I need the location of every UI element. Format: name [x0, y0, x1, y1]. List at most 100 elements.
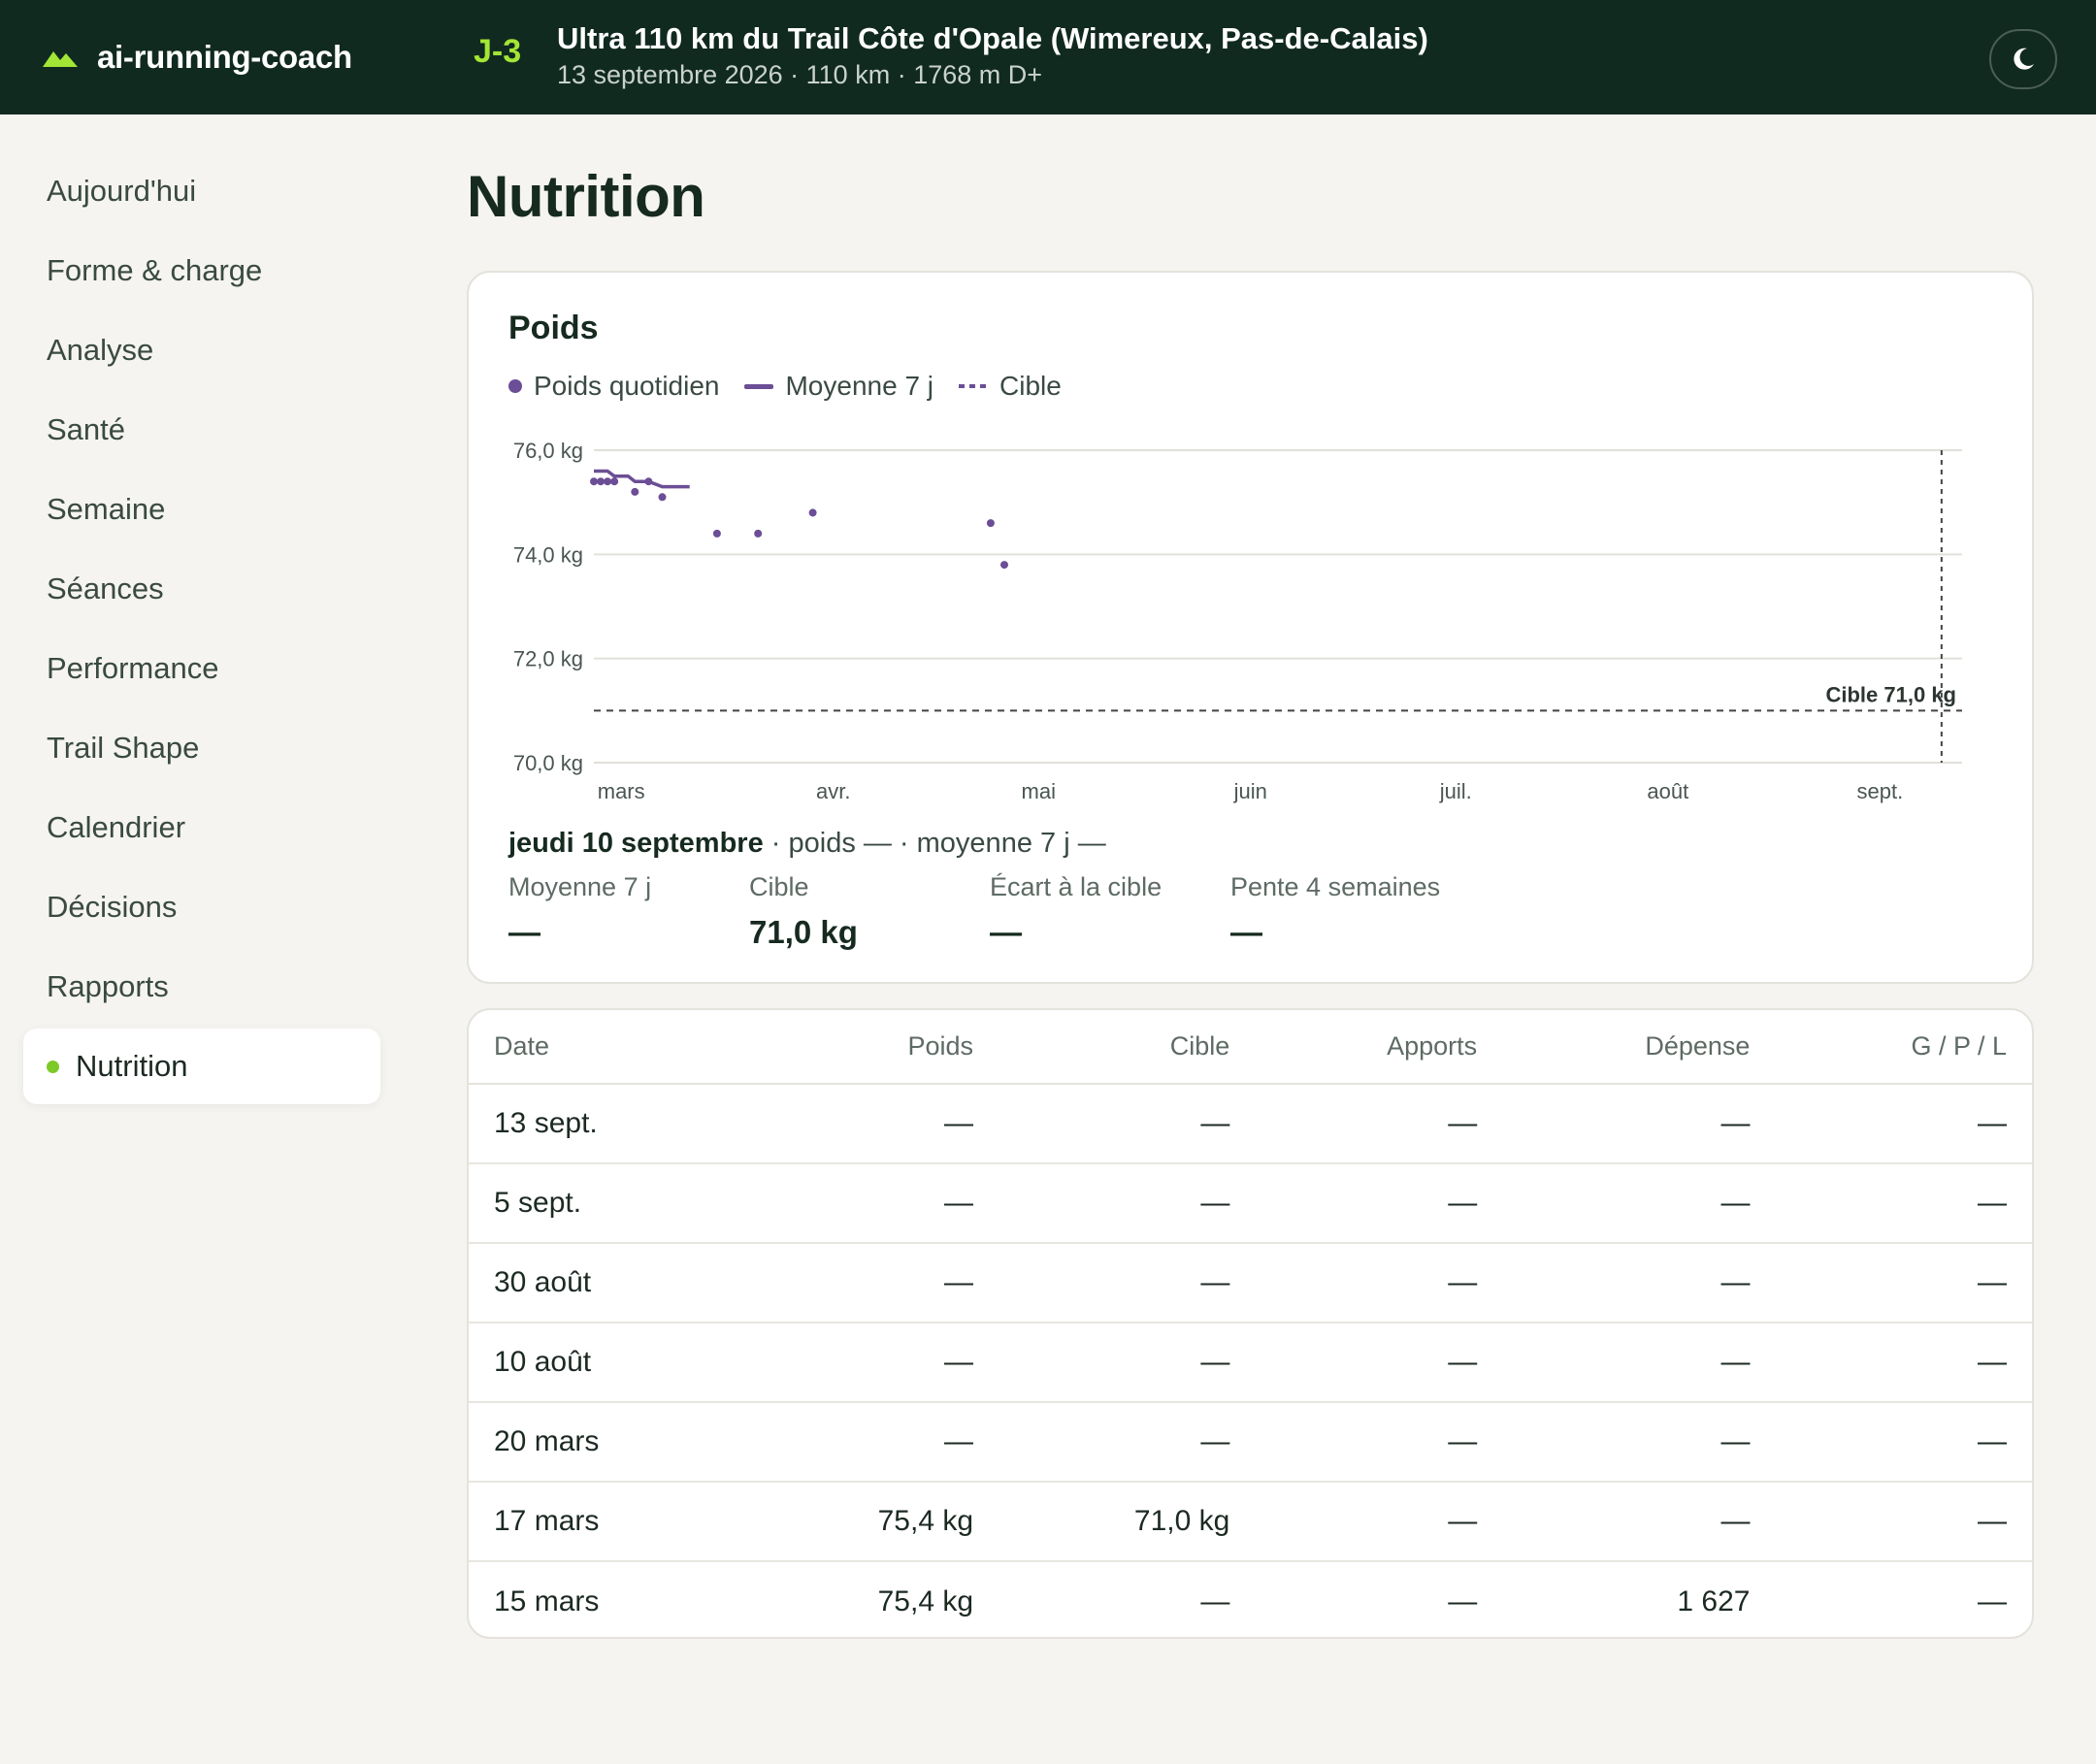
weight-point	[604, 477, 612, 486]
table-row[interactable]: 5 sept. — — — — —	[469, 1163, 2032, 1244]
column-header-gpl[interactable]: G / P / L	[1775, 1010, 2032, 1085]
table-cell: —	[1978, 1584, 2007, 1617]
table-cell: —	[1255, 1163, 1503, 1244]
stat-cible: Cible 71,0 kg	[749, 872, 990, 951]
sidebar-item-rapports[interactable]: Rapports	[23, 949, 380, 1025]
column-header-apports[interactable]: Apports	[1255, 1010, 1503, 1085]
race-countdown: J-3	[474, 33, 522, 70]
x-tick-label: août	[1647, 779, 1688, 803]
table-row[interactable]: 30 août — — — — —	[469, 1243, 2032, 1323]
table-cell: —	[741, 1163, 999, 1244]
sidebar-item-label: Aujourd'hui	[47, 174, 197, 208]
sidebar-item-sante[interactable]: Santé	[23, 392, 380, 468]
stat-value: —	[1230, 914, 1262, 950]
table-row[interactable]: 13 sept. — — — — —	[469, 1084, 2032, 1164]
stat-label: Cible	[749, 872, 809, 901]
column-header-depense[interactable]: Dépense	[1502, 1010, 1776, 1085]
table-cell: —	[1502, 1163, 1776, 1244]
table-cell: —	[1775, 1243, 2032, 1323]
table-cell: —	[1775, 1402, 2032, 1483]
y-tick-label: 76,0 kg	[513, 439, 583, 463]
sidebar-item-seances[interactable]: Séances	[23, 551, 380, 627]
nutrition-table: Date Poids Cible Apports Dépense G / P /…	[469, 1010, 2032, 1637]
stat-value: —	[508, 914, 540, 950]
table-cell: —	[1502, 1323, 1776, 1403]
selected-day-date: jeudi 10 septembre	[508, 828, 764, 859]
table-cell: —	[1448, 1584, 1478, 1617]
brand-name: ai-running-coach	[97, 39, 352, 75]
table-cell: —	[1775, 1163, 2032, 1244]
table-cell: 75,4 kg	[741, 1482, 999, 1562]
sidebar-item-forme-charge[interactable]: Forme & charge	[23, 233, 380, 309]
sidebar-item-label: Semaine	[47, 492, 166, 526]
moon-icon	[2014, 48, 2034, 70]
x-tick-label: juin	[1233, 779, 1267, 803]
table-cell: —	[1502, 1243, 1776, 1323]
sidebar-item-semaine[interactable]: Semaine	[23, 472, 380, 547]
weight-point	[986, 519, 995, 528]
table-cell: 71,0 kg	[999, 1482, 1256, 1562]
table-cell: 20 mars	[469, 1402, 742, 1483]
sidebar-item-label: Nutrition	[76, 1049, 188, 1083]
selected-day-summary: jeudi 10 septembre · poids — · moyenne 7…	[508, 828, 1106, 860]
sidebar-item-calendrier[interactable]: Calendrier	[23, 790, 380, 866]
sidebar-item-label: Séances	[47, 572, 164, 605]
sidebar-item-nutrition[interactable]: Nutrition	[23, 1029, 380, 1104]
table-cell: —	[1775, 1084, 2032, 1164]
table-cell: —	[1255, 1084, 1503, 1164]
y-tick-label: 72,0 kg	[513, 647, 583, 671]
table-cell: —	[741, 1084, 999, 1164]
table-cell: —	[1255, 1402, 1503, 1483]
table-cell: —	[999, 1402, 1256, 1483]
table-cell: —	[1775, 1482, 2032, 1562]
table-cell: —	[999, 1163, 1256, 1244]
table-cell: —	[1255, 1482, 1503, 1562]
page-title: Nutrition	[467, 164, 705, 229]
column-header-poids[interactable]: Poids	[741, 1010, 999, 1085]
x-tick-label: avr.	[816, 779, 850, 803]
stat-label: Moyenne 7 j	[508, 872, 652, 901]
table-cell: —	[999, 1084, 1256, 1164]
column-header-date[interactable]: Date	[469, 1010, 742, 1085]
x-tick-label: mai	[1022, 779, 1056, 803]
table-row[interactable]: 10 août — — — — —	[469, 1323, 2032, 1403]
weight-chart[interactable]: 70,0 kg 72,0 kg 74,0 kg 76,0 kg mars avr. mai j…	[469, 273, 2032, 816]
table-cell: —	[741, 1323, 999, 1403]
sidebar-item-decisions[interactable]: Décisions	[23, 869, 380, 945]
sidebar-item-aujourdhui[interactable]: Aujourd'hui	[23, 153, 380, 229]
target-label: Cible 71,0 kg	[1825, 682, 1956, 706]
table-row[interactable]: 15 mars 75,4 kg — — 1 627 —	[469, 1561, 2032, 1637]
weight-point	[1000, 561, 1008, 570]
active-indicator-dot	[47, 1061, 59, 1073]
stat-ecart-cible: Écart à la cible —	[990, 872, 1230, 951]
x-tick-label: sept.	[1857, 779, 1904, 803]
weight-point	[808, 508, 817, 517]
table-cell: —	[741, 1243, 999, 1323]
column-header-cible[interactable]: Cible	[999, 1010, 1256, 1085]
sidebar-item-label: Performance	[47, 651, 219, 685]
table-cell: 13 sept.	[469, 1084, 742, 1164]
weight-point	[631, 487, 639, 496]
stat-label: Écart à la cible	[990, 872, 1163, 901]
table-row[interactable]: 20 mars — — — — —	[469, 1402, 2032, 1483]
table-cell: —	[1775, 1323, 2032, 1403]
table-cell: —	[1502, 1084, 1776, 1164]
sidebar-item-analyse[interactable]: Analyse	[23, 312, 380, 388]
mountain-icon	[43, 51, 78, 67]
weight-point	[658, 493, 667, 502]
brand[interactable]: ai-running-coach	[43, 35, 352, 80]
sidebar-item-trail-shape[interactable]: Trail Shape	[23, 710, 380, 786]
table-cell: 1 627	[1677, 1584, 1751, 1617]
table-cell: —	[1255, 1243, 1503, 1323]
table-cell: —	[999, 1243, 1256, 1323]
table-row[interactable]: 17 mars 75,4 kg 71,0 kg — — —	[469, 1482, 2032, 1562]
weight-point	[610, 477, 619, 486]
table-cell: 10 août	[469, 1323, 742, 1403]
theme-toggle-button[interactable]	[1989, 29, 2057, 89]
weight-point	[597, 477, 606, 486]
sidebar-item-performance[interactable]: Performance	[23, 631, 380, 706]
weight-stats: Moyenne 7 j — Cible 71,0 kg Écart à la c…	[508, 872, 1471, 951]
race-meta: 13 septembre 2026 · 110 km · 1768 m D+	[557, 60, 1043, 89]
sidebar-item-label: Analyse	[47, 333, 154, 367]
sidebar-item-label: Rapports	[47, 969, 169, 1003]
